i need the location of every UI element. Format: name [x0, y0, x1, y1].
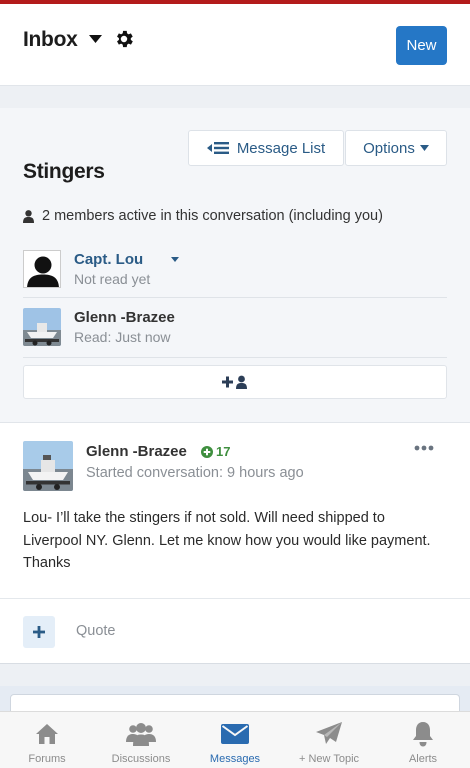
reputation-count: 17: [216, 444, 231, 459]
tab-new-topic[interactable]: + New Topic: [282, 712, 376, 768]
default-avatar-icon[interactable]: [23, 250, 61, 288]
tab-label: Alerts: [408, 753, 438, 765]
quote-button[interactable]: Quote: [76, 623, 116, 639]
message-list-label: Message List: [236, 139, 326, 157]
boat-photo-avatar[interactable]: [23, 441, 73, 491]
tab-discussions[interactable]: Discussions: [94, 712, 188, 768]
message-post: Glenn -Brazee 17 Started conversation: 9…: [0, 422, 470, 664]
multi-quote-button[interactable]: [23, 616, 55, 648]
member-read-status: Not read yet: [74, 271, 151, 287]
post-meta: Started conversation: 9 hours ago: [86, 465, 304, 481]
member-read-status: Read: Just now: [74, 329, 171, 345]
new-conversation-button[interactable]: New: [396, 26, 447, 65]
member-row[interactable]: Glenn -Brazee Read: Just now: [23, 306, 447, 358]
inbox-title[interactable]: Inbox: [23, 28, 78, 52]
member-name[interactable]: Capt. Lou: [74, 251, 143, 268]
conversation-panel: Message List Options Stingers 2 members …: [0, 108, 470, 422]
reputation-badge: 17: [201, 444, 230, 459]
members-summary: 2 members active in this conversation (i…: [23, 208, 383, 224]
post-footer: Quote: [0, 598, 470, 664]
add-user-icon: [222, 375, 247, 389]
boat-photo-avatar[interactable]: [23, 308, 61, 346]
list-back-icon: [206, 142, 229, 154]
inbox-header: Inbox New: [0, 4, 470, 86]
options-button[interactable]: Options: [345, 130, 447, 166]
tab-forums[interactable]: Forums: [0, 712, 94, 768]
member-row[interactable]: Capt. Lou Not read yet: [23, 248, 447, 298]
gear-icon[interactable]: [113, 28, 135, 50]
bell-icon: [413, 722, 433, 747]
caret-down-icon[interactable]: [89, 35, 102, 43]
tab-label: Discussions: [111, 753, 171, 765]
bottom-tab-bar: Forums Discussions Messages + New Topic …: [0, 711, 470, 768]
envelope-icon: [221, 724, 249, 744]
options-label: Options: [363, 139, 415, 157]
conversation-title: Stingers: [23, 160, 105, 183]
caret-down-icon: [419, 145, 429, 151]
user-icon: [23, 209, 34, 223]
paper-plane-icon: [316, 722, 342, 744]
caret-down-icon[interactable]: [171, 257, 179, 262]
home-icon: [36, 724, 58, 744]
member-name[interactable]: Glenn -Brazee: [74, 309, 175, 326]
post-body: Lou- I’ll take the stingers if not sold.…: [23, 510, 431, 571]
invite-members-button[interactable]: [23, 365, 447, 399]
message-list-button[interactable]: Message List: [188, 130, 344, 166]
tab-label: + New Topic: [298, 753, 360, 765]
plus-circle-icon: [201, 445, 213, 458]
plus-icon: [33, 626, 45, 638]
tab-messages[interactable]: Messages: [188, 712, 282, 768]
more-options-icon[interactable]: [414, 445, 434, 451]
tab-label: Forums: [28, 753, 66, 765]
members-text: 2 members active in this conversation (i…: [42, 208, 383, 224]
post-author[interactable]: Glenn -Brazee: [86, 443, 187, 460]
tab-alerts[interactable]: Alerts: [376, 712, 470, 768]
users-icon: [126, 723, 156, 746]
tab-label: Messages: [209, 753, 261, 765]
